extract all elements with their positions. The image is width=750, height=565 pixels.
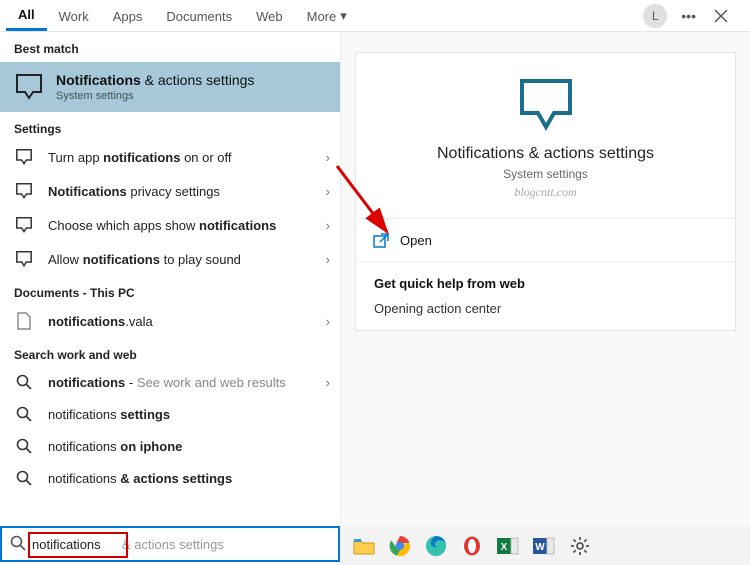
search-box[interactable]: & actions settings: [0, 526, 340, 562]
watermark-text: blogcntt.com: [514, 185, 576, 200]
chevron-right-icon: ›: [326, 375, 330, 390]
scope-tabs: All Work Apps Documents Web More ▾ L •••: [0, 0, 750, 32]
preview-title: Notifications & actions settings: [437, 145, 654, 163]
document-row[interactable]: notifications.vala ›: [0, 304, 340, 338]
notifications-icon: [12, 70, 46, 104]
row-label: notifications on iphone: [48, 439, 330, 454]
notifications-icon: [10, 182, 38, 200]
row-label: Allow notifications to play sound: [48, 252, 316, 267]
word-icon[interactable]: W: [530, 532, 558, 560]
row-label: Notifications privacy settings: [48, 184, 316, 199]
excel-icon[interactable]: X: [494, 532, 522, 560]
chevron-down-icon: ▾: [340, 8, 347, 24]
search-icon: [10, 406, 38, 422]
open-label: Open: [400, 233, 432, 248]
web-row[interactable]: notifications on iphone: [0, 430, 340, 462]
file-icon: [10, 312, 38, 330]
searchweb-header: Search work and web: [0, 338, 340, 366]
tab-more-label: More: [307, 9, 337, 24]
help-link[interactable]: Opening action center: [374, 301, 717, 316]
file-explorer-icon[interactable]: [350, 532, 378, 560]
tab-work[interactable]: Work: [47, 2, 101, 30]
settings-row[interactable]: Allow notifications to play sound ›: [0, 242, 340, 276]
taskbar: X W: [340, 527, 750, 565]
settings-row[interactable]: Notifications privacy settings ›: [0, 174, 340, 208]
search-icon: [10, 374, 38, 390]
open-icon: [372, 231, 390, 249]
row-label: Turn app notifications on or off: [48, 150, 316, 165]
opera-icon[interactable]: [458, 532, 486, 560]
web-row[interactable]: notifications settings: [0, 398, 340, 430]
search-icon: [10, 438, 38, 454]
search-input[interactable]: [32, 537, 122, 552]
search-icon: [10, 470, 38, 486]
settings-gear-icon[interactable]: [566, 532, 594, 560]
chevron-right-icon: ›: [326, 218, 330, 233]
chevron-right-icon: ›: [326, 184, 330, 199]
settings-header: Settings: [0, 112, 340, 140]
tab-apps[interactable]: Apps: [101, 2, 155, 30]
search-icon: [10, 535, 26, 554]
row-label: notifications settings: [48, 407, 330, 422]
best-match-result[interactable]: Notifications & actions settings System …: [0, 62, 340, 112]
preview-subtitle: System settings: [503, 167, 588, 181]
help-title: Get quick help from web: [374, 276, 717, 291]
notifications-icon: [10, 148, 38, 166]
notifications-icon: [516, 77, 576, 131]
row-label: notifications - See work and web results: [48, 375, 316, 390]
settings-row[interactable]: Choose which apps show notifications ›: [0, 208, 340, 242]
web-row[interactable]: notifications - See work and web results…: [0, 366, 340, 398]
row-label: notifications.vala: [48, 314, 316, 329]
notifications-icon: [10, 250, 38, 268]
account-avatar[interactable]: L: [643, 4, 667, 28]
row-label: Choose which apps show notifications: [48, 218, 316, 233]
search-suggestion-ghost: & actions settings: [122, 537, 224, 552]
tab-documents[interactable]: Documents: [154, 2, 244, 30]
svg-text:W: W: [535, 542, 545, 553]
windows-search-panel: All Work Apps Documents Web More ▾ L •••…: [0, 0, 750, 565]
tab-all[interactable]: All: [6, 0, 47, 31]
web-row[interactable]: notifications & actions settings: [0, 462, 340, 494]
documents-header: Documents - This PC: [0, 276, 340, 304]
svg-text:X: X: [501, 542, 508, 553]
chevron-right-icon: ›: [326, 252, 330, 267]
close-button[interactable]: [710, 5, 732, 27]
settings-row[interactable]: Turn app notifications on or off ›: [0, 140, 340, 174]
results-pane: Best match Notifications & actions setti…: [0, 32, 340, 527]
open-action[interactable]: Open: [356, 219, 735, 262]
chrome-icon[interactable]: [386, 532, 414, 560]
best-match-title: Notifications & actions settings: [56, 72, 254, 88]
chevron-right-icon: ›: [326, 314, 330, 329]
preview-pane: Notifications & actions settings System …: [340, 32, 750, 527]
tab-more[interactable]: More ▾: [295, 1, 359, 30]
chevron-right-icon: ›: [326, 150, 330, 165]
more-options-button[interactable]: •••: [677, 4, 700, 28]
tab-web[interactable]: Web: [244, 2, 295, 30]
best-match-header: Best match: [0, 32, 340, 62]
notifications-icon: [10, 216, 38, 234]
best-match-subtitle: System settings: [56, 90, 254, 102]
row-label: notifications & actions settings: [48, 471, 330, 486]
edge-icon[interactable]: [422, 532, 450, 560]
